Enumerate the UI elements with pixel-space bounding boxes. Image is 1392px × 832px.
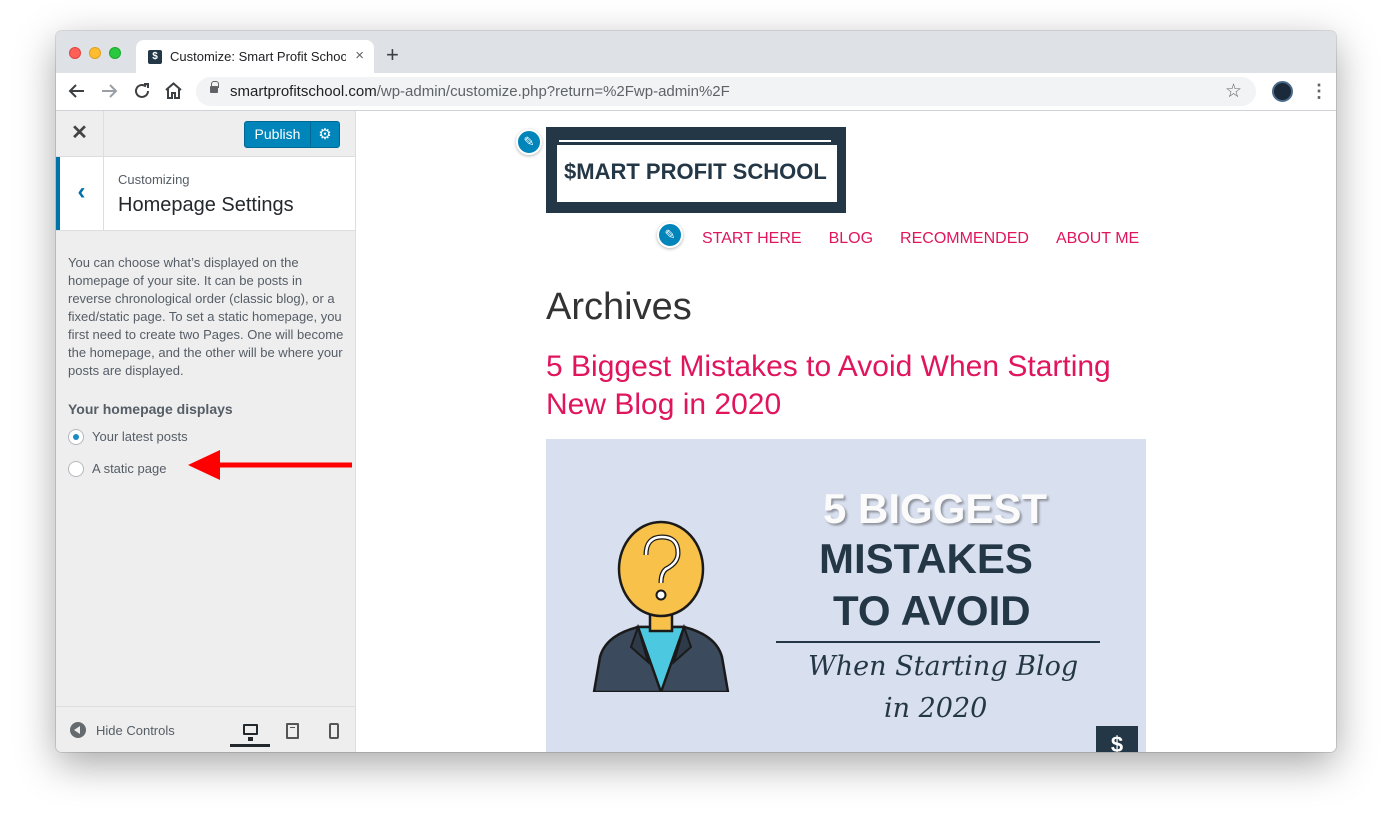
preview-tablet-button[interactable] xyxy=(272,717,312,747)
reload-icon[interactable] xyxy=(133,82,151,100)
post-title-link[interactable]: 5 Biggest Mistakes to Avoid When Startin… xyxy=(546,348,1156,424)
hide-controls-button[interactable]: Hide Controls xyxy=(96,723,175,738)
publish-settings-gear-icon[interactable]: ⚙ xyxy=(311,122,339,147)
featured-image[interactable]: 5 BIGGEST MISTAKES TO AVOID When Startin… xyxy=(546,439,1146,752)
nav-recommended[interactable]: RECOMMENDED xyxy=(900,230,1029,247)
close-window-button[interactable] xyxy=(69,47,81,59)
image-logo-badge: $ xyxy=(1096,726,1138,752)
tab-title: Customize: Smart Profit School xyxy=(170,49,346,64)
collapse-icon[interactable] xyxy=(70,722,86,738)
profile-avatar[interactable] xyxy=(1272,81,1293,102)
image-text-line3: TO AVOID xyxy=(833,587,1031,634)
browser-tab[interactable]: $ Customize: Smart Profit School × xyxy=(136,40,374,73)
site-logo[interactable]: $MART PROFIT SCHOOL xyxy=(546,127,846,213)
close-customizer-icon[interactable]: ✕ xyxy=(56,111,104,156)
edit-logo-pencil-icon[interactable]: ✎ xyxy=(516,129,542,155)
customizer-header: ✕ Publish ⚙ xyxy=(56,111,355,157)
logo-browser-bar xyxy=(557,138,837,145)
tablet-icon xyxy=(286,723,299,739)
forward-arrow-icon[interactable] xyxy=(100,82,118,100)
back-chevron-icon[interactable]: ‹ xyxy=(56,157,104,230)
favicon-icon: $ xyxy=(148,50,162,64)
nav-start-here[interactable]: START HERE xyxy=(702,230,802,247)
nav-blog[interactable]: BLOG xyxy=(829,230,873,247)
badge-dollar: $ xyxy=(1110,732,1124,752)
url-text[interactable]: smartprofitschool.com/wp-admin/customize… xyxy=(230,83,730,100)
radio-latest-posts[interactable]: Your latest posts xyxy=(68,427,268,447)
minimize-window-button[interactable] xyxy=(89,47,101,59)
radio-button-checked[interactable] xyxy=(68,429,84,445)
section-description: You can choose what’s displayed on the h… xyxy=(68,255,344,378)
customizer-footer: Hide Controls xyxy=(56,706,355,752)
logo-wordmark: MART PROFIT SCHOOL xyxy=(576,159,827,184)
section-eyebrow: Customizing xyxy=(118,172,190,187)
lock-icon xyxy=(210,81,219,93)
more-menu-icon[interactable]: ⋮ xyxy=(1310,81,1328,101)
section-header: ‹ Customizing Homepage Settings xyxy=(56,157,355,231)
maximize-window-button[interactable] xyxy=(109,47,121,59)
image-subtitle-line2: in 2020 xyxy=(884,693,988,724)
preview-desktop-button[interactable] xyxy=(230,717,270,747)
url-path: /wp-admin/customize.php?return=%2Fwp-adm… xyxy=(376,83,730,100)
homepage-displays-label: Your homepage displays xyxy=(68,401,233,417)
back-arrow-icon[interactable] xyxy=(68,82,86,100)
radio-button-unchecked[interactable] xyxy=(68,461,84,477)
browser-toolbar: smartprofitschool.com/wp-admin/customize… xyxy=(56,73,1336,111)
address-bar[interactable]: smartprofitschool.com/wp-admin/customize… xyxy=(196,77,1256,106)
browser-window: $ Customize: Smart Profit School × + sma… xyxy=(56,31,1336,752)
image-subtitle-line1: When Starting Blog xyxy=(808,651,1079,682)
question-person-illustration xyxy=(592,520,730,692)
star-icon[interactable]: ☆ xyxy=(1225,80,1242,103)
edit-menu-pencil-icon[interactable]: ✎ xyxy=(657,222,683,248)
radio-label: A static page xyxy=(92,461,167,476)
tab-close-icon[interactable]: × xyxy=(355,47,364,64)
radio-label: Your latest posts xyxy=(92,429,188,444)
image-text-line1: 5 BIGGEST xyxy=(823,485,1048,532)
primary-nav: START HERE BLOG RECOMMENDED ABOUT ME xyxy=(702,230,1166,248)
image-divider xyxy=(776,641,1100,643)
desktop-icon xyxy=(243,724,258,741)
customizer-sidebar: ✕ Publish ⚙ ‹ Customizing Homepage Setti… xyxy=(56,111,356,752)
site-preview: ✎ $MART PROFIT SCHOOL ✎ START HERE BLOG RE… xyxy=(356,111,1336,752)
logo-inner: $MART PROFIT SCHOOL xyxy=(557,138,837,202)
logo-dollar: $ xyxy=(564,159,577,184)
new-tab-button[interactable]: + xyxy=(386,44,399,66)
tab-strip: $ Customize: Smart Profit School × + xyxy=(56,31,1336,73)
image-text-line2: MISTAKES xyxy=(819,535,1033,582)
logo-text: $MART PROFIT SCHOOL xyxy=(564,159,827,185)
mobile-icon xyxy=(329,723,339,739)
nav-about-me[interactable]: ABOUT ME xyxy=(1056,230,1139,247)
home-icon[interactable] xyxy=(164,81,183,100)
red-arrow-annotation xyxy=(188,450,352,480)
archive-title: Archives xyxy=(546,286,692,328)
section-title: Homepage Settings xyxy=(118,194,294,216)
publish-button[interactable]: Publish xyxy=(245,122,311,147)
preview-mobile-button[interactable] xyxy=(314,717,354,747)
publish-button-group: Publish ⚙ xyxy=(244,121,340,148)
url-domain: smartprofitschool.com xyxy=(230,83,377,100)
